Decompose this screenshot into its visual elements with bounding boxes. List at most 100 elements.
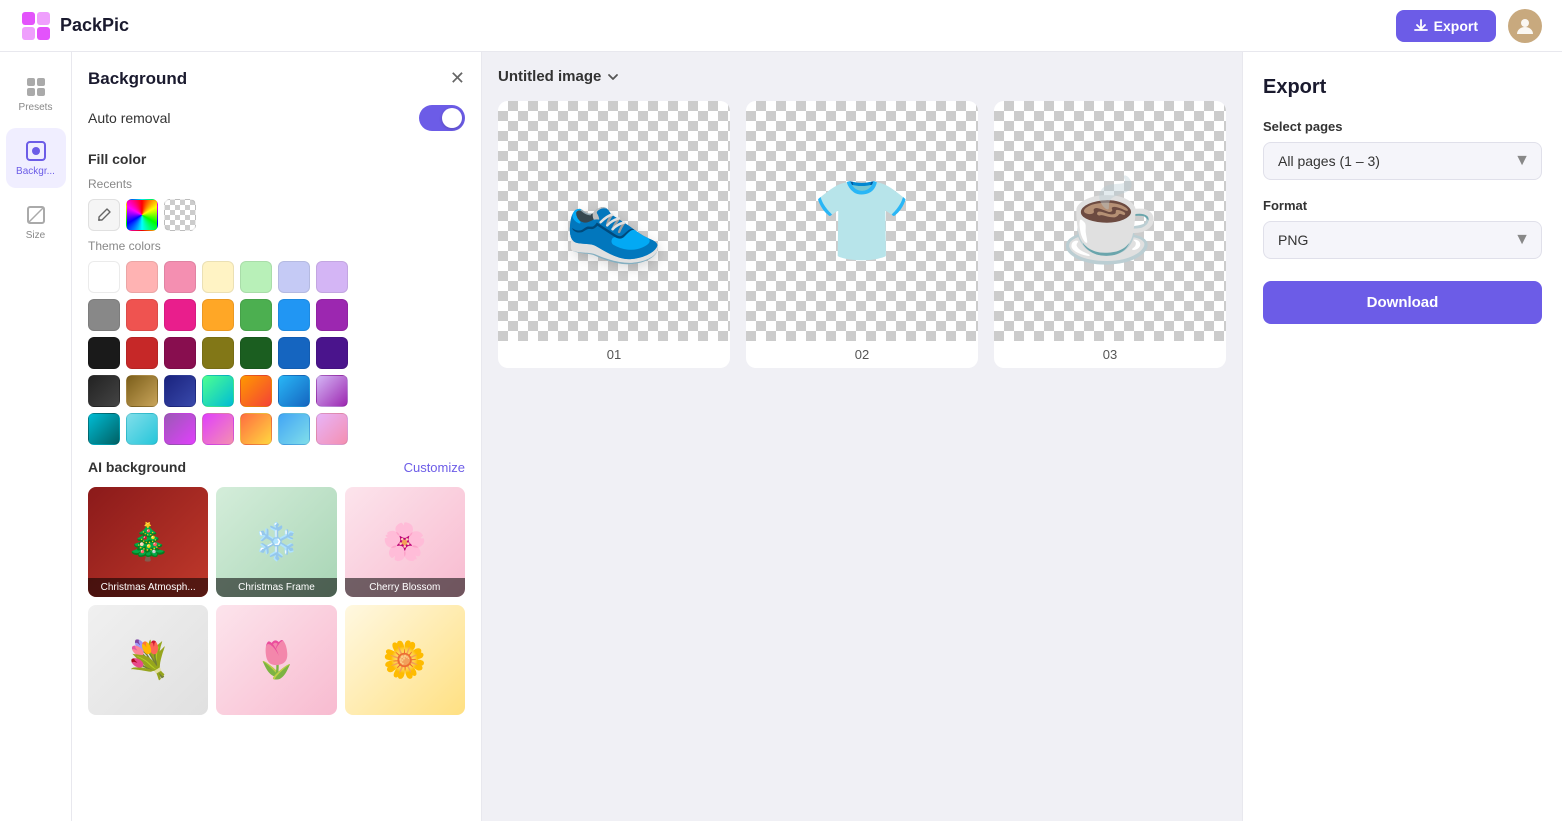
color-white[interactable] xyxy=(88,261,120,293)
color-near-black[interactable] xyxy=(88,337,120,369)
canvas-label-02: 02 xyxy=(855,341,869,368)
canvas-item-01[interactable]: 👟 01 xyxy=(498,101,730,368)
recents-row xyxy=(88,199,465,231)
format-select[interactable]: PNG JPG WEBP PDF xyxy=(1263,221,1542,259)
color-dark-red[interactable] xyxy=(126,337,158,369)
color-grad-gold[interactable] xyxy=(126,375,158,407)
sidebar-item-background[interactable]: Backgr... xyxy=(6,128,66,188)
ai-bg-christmas-frame[interactable]: ❄️ Christmas Frame xyxy=(216,487,336,597)
sidebar-item-size[interactable]: Size xyxy=(6,192,66,252)
ai-background-header: AI background Customize xyxy=(88,459,465,475)
color-gray[interactable] xyxy=(88,299,120,331)
ai-bg-christmas-frame-label: Christmas Frame xyxy=(216,578,336,597)
ai-bg-flowers1[interactable]: 💐 xyxy=(88,605,208,715)
presets-icon xyxy=(25,76,47,98)
color-light-pink[interactable] xyxy=(126,261,158,293)
background-icon xyxy=(25,140,47,162)
ai-bg-flowers2[interactable]: 🌷 xyxy=(216,605,336,715)
avatar[interactable] xyxy=(1508,9,1542,43)
download-icon xyxy=(1414,19,1428,33)
color-grad-violet[interactable] xyxy=(164,413,196,445)
canvas-grid: 👟 01 👕 02 ☕ 03 xyxy=(498,101,1226,368)
logo: PackPic xyxy=(20,10,129,42)
main-layout: Presets Backgr... Size Background ✕ Auto… xyxy=(0,52,1562,821)
export-button[interactable]: Export xyxy=(1396,10,1496,42)
recents-label: Recents xyxy=(88,177,465,191)
canvas-item-02[interactable]: 👕 02 xyxy=(746,101,978,368)
ai-bg-flowers3[interactable]: 🌼 xyxy=(345,605,465,715)
app-name: PackPic xyxy=(60,15,129,36)
size-icon xyxy=(25,204,47,226)
color-light-purple[interactable] xyxy=(316,261,348,293)
color-dark-purple[interactable] xyxy=(316,337,348,369)
fill-color-title: Fill color xyxy=(88,151,465,167)
canvas-label-01: 01 xyxy=(607,341,621,368)
pages-select[interactable]: All pages (1 – 3) Page 1 Page 2 Page 3 xyxy=(1263,142,1542,180)
background-label: Backgr... xyxy=(16,166,55,177)
auto-removal-row: Auto removal xyxy=(88,105,465,131)
panel-title: Background xyxy=(88,69,187,89)
color-grad-orange-red[interactable] xyxy=(240,375,272,407)
color-grad-dark[interactable] xyxy=(88,375,120,407)
select-pages-label: Select pages xyxy=(1263,119,1542,134)
auto-removal-label: Auto removal xyxy=(88,110,170,126)
ai-bg-cherry-blossom-label: Cherry Blossom xyxy=(345,578,465,597)
chevron-down-icon xyxy=(605,69,621,85)
shirt-image: 👕 xyxy=(812,174,912,268)
ai-bg-christmas-atmos[interactable]: 🎄 Christmas Atmosph... xyxy=(88,487,208,597)
transparent-swatch[interactable] xyxy=(164,199,196,231)
color-blue[interactable] xyxy=(278,299,310,331)
color-orange[interactable] xyxy=(202,299,234,331)
color-grad-blue-cyan[interactable] xyxy=(278,413,310,445)
ai-bg-christmas-atmos-label: Christmas Atmosph... xyxy=(88,578,208,597)
color-grad-cyan[interactable] xyxy=(126,413,158,445)
color-dark-blue[interactable] xyxy=(278,337,310,369)
color-dark-yellow[interactable] xyxy=(202,337,234,369)
color-green[interactable] xyxy=(240,299,272,331)
color-dark-green[interactable] xyxy=(240,337,272,369)
panel-close-button[interactable]: ✕ xyxy=(450,68,465,89)
color-light-green[interactable] xyxy=(240,261,272,293)
canvas-item-03[interactable]: ☕ 03 xyxy=(994,101,1226,368)
size-label: Size xyxy=(26,230,45,241)
color-grad-navy[interactable] xyxy=(164,375,196,407)
topbar-right: Export xyxy=(1396,9,1542,43)
background-panel: Background ✕ Auto removal Fill color Rec… xyxy=(72,52,482,821)
customize-link[interactable]: Customize xyxy=(404,460,465,475)
ai-bg-cherry-blossom[interactable]: 🌸 Cherry Blossom xyxy=(345,487,465,597)
color-grad-blush[interactable] xyxy=(316,413,348,445)
ai-background-title: AI background xyxy=(88,459,186,475)
sidebar-item-presets[interactable]: Presets xyxy=(6,64,66,124)
color-pink[interactable] xyxy=(164,261,196,293)
format-label: Format xyxy=(1263,198,1542,213)
canvas-area: Untitled image 👟 01 👕 02 xyxy=(482,52,1242,821)
coffee-image: ☕ xyxy=(1060,174,1160,268)
color-dark-pink[interactable] xyxy=(164,337,196,369)
color-light-yellow[interactable] xyxy=(202,261,234,293)
color-hot-pink[interactable] xyxy=(164,299,196,331)
color-purple[interactable] xyxy=(316,299,348,331)
color-grad-sunset[interactable] xyxy=(240,413,272,445)
icon-sidebar: Presets Backgr... Size xyxy=(0,52,72,821)
color-red[interactable] xyxy=(126,299,158,331)
download-button[interactable]: Download xyxy=(1263,281,1542,324)
color-grad-teal[interactable] xyxy=(88,413,120,445)
image-title[interactable]: Untitled image xyxy=(498,68,621,85)
auto-removal-toggle[interactable] xyxy=(419,105,465,131)
color-grad-green-cyan[interactable] xyxy=(202,375,234,407)
color-light-blue[interactable] xyxy=(278,261,310,293)
color-grad-sky[interactable] xyxy=(278,375,310,407)
color-picker-swatch[interactable] xyxy=(126,199,158,231)
color-grad-pink-purple[interactable] xyxy=(202,413,234,445)
format-select-wrapper: PNG JPG WEBP PDF ▼ xyxy=(1263,221,1542,259)
avatar-icon xyxy=(1515,16,1535,36)
ai-background-grid: 🎄 Christmas Atmosph... ❄️ Christmas Fram… xyxy=(88,487,465,715)
presets-label: Presets xyxy=(19,102,53,113)
export-panel: Export Select pages All pages (1 – 3) Pa… xyxy=(1242,52,1562,821)
color-grad-lavender[interactable] xyxy=(316,375,348,407)
topbar: PackPic Export xyxy=(0,0,1562,52)
canvas-image-03: ☕ xyxy=(994,101,1226,341)
canvas-label-03: 03 xyxy=(1103,341,1117,368)
eyedrop-swatch[interactable] xyxy=(88,199,120,231)
panel-header: Background ✕ xyxy=(88,68,465,89)
